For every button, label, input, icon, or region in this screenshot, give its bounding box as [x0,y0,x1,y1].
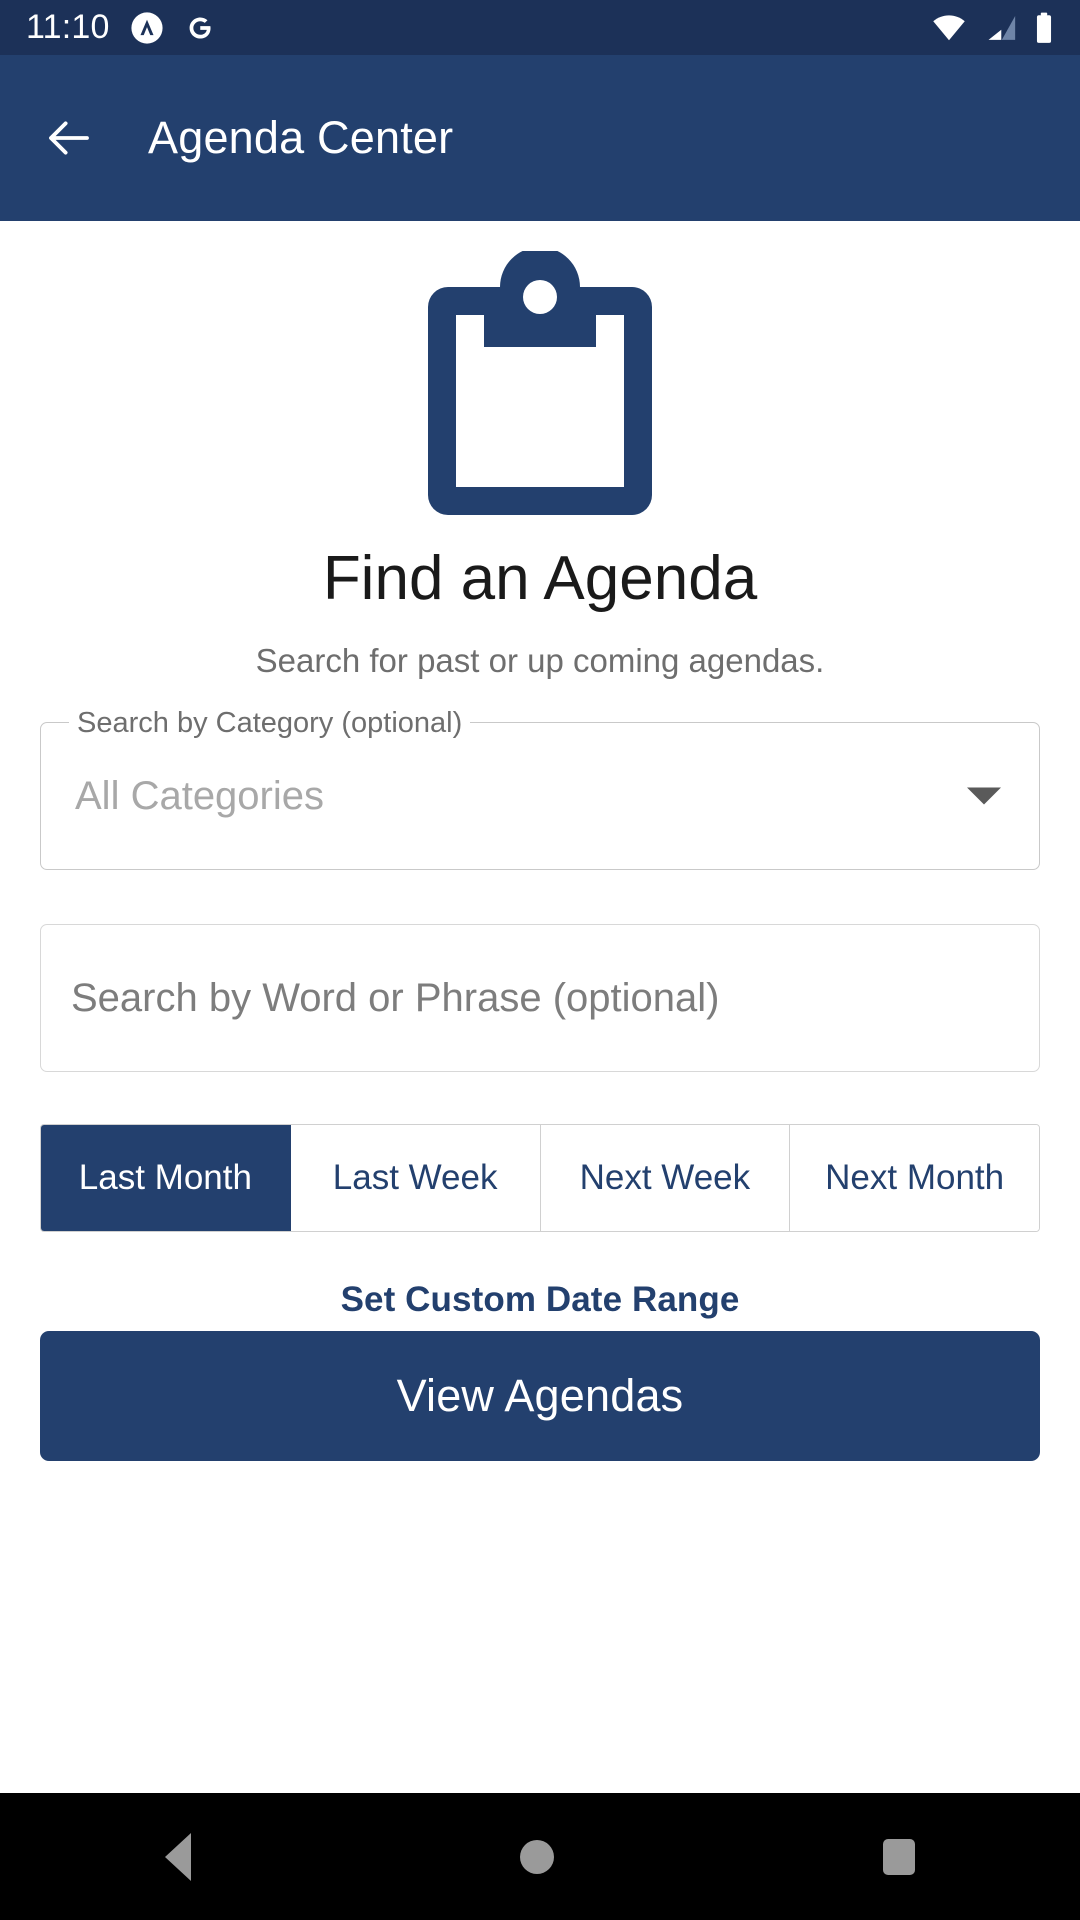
app-notification-icon [130,11,163,44]
back-arrow-icon[interactable] [42,111,96,165]
google-icon [189,16,211,39]
hero-subtitle: Search for past or up coming agendas. [255,642,825,679]
main-content: Find an Agenda Search for past or up com… [0,221,1080,1793]
set-custom-date-range-link[interactable]: Set Custom Date Range [40,1280,1040,1320]
date-range-option-last-week[interactable]: Last Week [290,1125,541,1231]
date-range-option-next-month[interactable]: Next Month [790,1125,1039,1231]
search-form: Search by Category (optional) All Catego… [0,706,1080,1320]
status-bar-right [930,12,1054,44]
android-home-button[interactable] [519,1839,554,1874]
app-bar: Agenda Center [0,55,1080,221]
date-range-option-last-month[interactable]: Last Month [41,1125,291,1231]
clipboard-icon [428,251,652,515]
android-back-button[interactable] [164,1832,191,1881]
keyword-field[interactable] [40,924,1040,1072]
date-range-option-next-week[interactable]: Next Week [540,1125,791,1231]
page-title: Agenda Center [148,112,454,163]
status-bar: 11:10 [0,0,1080,55]
status-bar-left: 11:10 [26,8,216,47]
android-recents-button[interactable] [883,1838,916,1875]
status-bar-clock: 11:10 [26,8,110,46]
category-select-label: Search by Category (optional) [69,706,471,740]
hero-title: Find an Agenda [322,544,758,613]
primary-action-zone: View Agendas [40,1331,1040,1461]
battery-icon [1036,12,1052,43]
view-agendas-button[interactable]: View Agendas [40,1331,1040,1461]
wifi-icon [933,14,965,40]
category-select-value: All Categories [75,773,325,818]
phone-screen: 11:10 Agenda Center Find an Agenda Searc… [0,0,1080,1920]
chevron-down-icon[interactable] [967,787,1001,805]
category-select[interactable]: Search by Category (optional) All Catego… [40,706,1040,870]
android-nav-bar [0,1793,1080,1920]
hero-section: Find an Agenda Search for past or up com… [0,221,1080,680]
cellular-signal-icon [988,15,1016,40]
date-range-segmented-control: Last Month Last Week Next Week Next Mont… [40,1124,1040,1232]
keyword-input[interactable] [71,975,1009,1021]
